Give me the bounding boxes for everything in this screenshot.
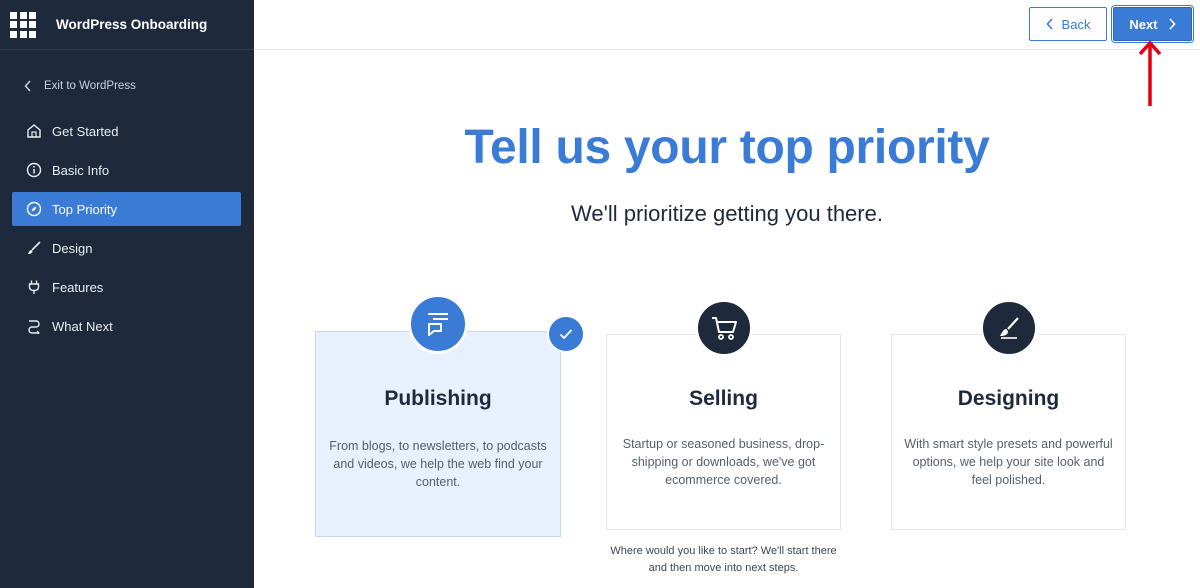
sidebar-item-design[interactable]: Design xyxy=(12,231,241,265)
sidebar-item-basic-info[interactable]: Basic Info xyxy=(12,153,241,187)
card-title: Publishing xyxy=(384,387,492,410)
sidebar-item-features[interactable]: Features xyxy=(12,270,241,304)
sidebar-item-label: What Next xyxy=(52,318,113,334)
app-title: WordPress Onboarding xyxy=(56,17,208,32)
info-icon xyxy=(26,162,42,178)
priority-card-selling[interactable]: Selling Startup or seasoned business, dr… xyxy=(606,299,841,530)
selected-check-icon xyxy=(547,315,585,353)
brand-header: WordPress Onboarding xyxy=(0,0,254,50)
priority-card-publishing[interactable]: Publishing From blogs, to newsletters, t… xyxy=(315,294,585,537)
priority-card-designing[interactable]: Designing With smart style presets and p… xyxy=(891,299,1126,530)
back-button[interactable]: Back xyxy=(1029,7,1107,41)
card-title: Selling xyxy=(689,387,758,410)
page-title: Tell us your top priority xyxy=(464,121,990,174)
sidebar-item-label: Features xyxy=(52,279,104,295)
cart-icon xyxy=(694,299,753,357)
next-button[interactable]: Next xyxy=(1111,5,1194,43)
page-subtitle: We'll prioritize getting you there. xyxy=(571,201,883,226)
next-label: Next xyxy=(1129,16,1158,32)
compass-icon xyxy=(26,201,42,217)
sidebar-item-label: Design xyxy=(52,240,93,256)
sidebar-item-top-priority[interactable]: Top Priority xyxy=(12,192,241,226)
sidebar-item-get-started[interactable]: Get Started xyxy=(12,114,241,148)
exit-to-wordpress-link[interactable]: Exit to WordPress xyxy=(0,68,254,104)
top-bar: Back Next xyxy=(254,0,1200,50)
sidebar-item-label: Top Priority xyxy=(52,201,118,217)
chevron-right-icon xyxy=(1168,18,1176,30)
hint-text: Where would you like to start? We'll sta… xyxy=(610,545,837,574)
card-description: With smart style presets and powerful op… xyxy=(904,437,1113,487)
route-icon xyxy=(26,318,42,334)
plug-icon xyxy=(26,279,42,295)
chevron-left-icon xyxy=(1045,18,1053,30)
apps-grid-icon[interactable] xyxy=(10,11,36,38)
sidebar-item-label: Get Started xyxy=(52,123,119,139)
sidebar-item-label: Basic Info xyxy=(52,162,110,178)
publishing-icon xyxy=(408,294,468,354)
back-label: Back xyxy=(1061,16,1091,32)
brush-icon xyxy=(26,240,42,256)
sidebar: WordPress Onboarding Exit to WordPress G… xyxy=(0,0,254,588)
annotation-arrow-icon xyxy=(1138,40,1162,106)
paintbrush-icon xyxy=(979,299,1038,357)
card-description: Startup or seasoned business, drop-shipp… xyxy=(622,437,825,487)
sidebar-nav: Get Started Basic Info Top Priority Desi… xyxy=(0,114,254,343)
home-icon xyxy=(26,123,42,139)
sidebar-item-what-next[interactable]: What Next xyxy=(12,309,241,343)
card-description: From blogs, to newsletters, to podcasts … xyxy=(329,439,547,489)
chevron-left-icon xyxy=(24,79,36,93)
exit-label: Exit to WordPress xyxy=(44,80,136,92)
card-title: Designing xyxy=(957,387,1060,410)
